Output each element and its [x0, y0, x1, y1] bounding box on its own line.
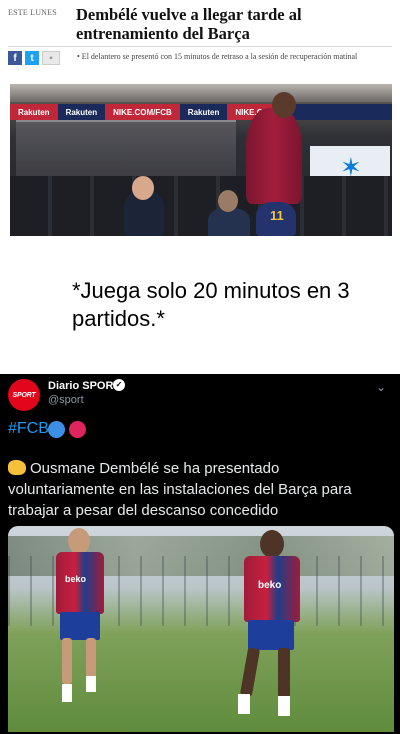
bench-seats — [10, 176, 392, 236]
coach-head — [132, 176, 154, 200]
ad-text: Rakuten — [65, 107, 98, 117]
tweet-body: Ousmane Dembélé se ha presentado volunta… — [8, 458, 388, 521]
player-figure — [246, 108, 302, 204]
news-photo-bench: Rakuten Rakuten NIKE.COM/FCB Rakuten NIK… — [10, 84, 392, 236]
red-circle-emoji-icon — [69, 421, 86, 438]
player-leg — [62, 638, 72, 684]
shirt-sponsor-text: beko — [65, 574, 87, 584]
facebook-share-icon[interactable]: f — [8, 51, 22, 65]
comment-icon[interactable]: ▪ — [42, 51, 60, 65]
player-shorts — [248, 620, 294, 650]
share-buttons: f t ▪ — [8, 51, 60, 65]
ad-text: Rakuten — [10, 104, 58, 120]
tweet-body-text: Ousmane Dembélé se ha presentado volunta… — [8, 460, 352, 519]
ad-board: Rakuten Rakuten NIKE.COM/FCB Rakuten NIK… — [10, 104, 392, 120]
news-headline[interactable]: Dembélé vuelve a llegar tarde al entrena… — [76, 5, 396, 43]
avatar[interactable]: SPORT — [8, 379, 40, 411]
player-leg — [239, 647, 261, 697]
player-head — [68, 528, 90, 554]
news-clipping: ESTE LUNES Dembélé vuelve a llegar tarde… — [0, 0, 400, 242]
meme-caption: *Juega solo 20 minutos en 3 partidos.* — [72, 278, 350, 331]
account-handle[interactable]: @sport — [48, 394, 84, 406]
player-right: beko — [222, 526, 322, 732]
tweet-card: SPORT Diario SPORT ✓ @sport ⌄ #FCB Ousma… — [0, 374, 400, 734]
player-number: 11 — [270, 208, 284, 223]
player-head — [260, 530, 284, 558]
staff-figure — [208, 208, 250, 236]
player-sock — [86, 676, 96, 692]
stadium-stand — [10, 84, 392, 102]
ad-text: NIKE.COM/FCB — [105, 104, 180, 120]
twitter-share-icon[interactable]: t — [25, 51, 39, 65]
avatar-logo-text: SPORT — [12, 391, 36, 399]
player-shorts — [60, 612, 100, 640]
clapping-hands-emoji-icon — [8, 460, 26, 475]
hashtag-link[interactable]: #FCB — [8, 420, 49, 438]
news-lede: • El delantero se presentó con 15 minuto… — [77, 52, 358, 61]
player-sock — [62, 684, 72, 702]
shirt-sponsor-text: beko — [258, 580, 282, 591]
player-leg — [278, 648, 290, 698]
player-left: beko — [38, 526, 128, 732]
verified-badge-icon: ✓ — [113, 379, 125, 391]
divider — [8, 46, 392, 47]
player-head — [272, 92, 296, 118]
player-sock — [238, 694, 250, 714]
player-sock — [278, 696, 290, 716]
staff-head — [218, 190, 238, 212]
account-name[interactable]: Diario SPORT — [48, 380, 120, 392]
ad-text: Rakuten — [187, 107, 220, 117]
more-options-icon[interactable]: ⌄ — [376, 380, 386, 394]
blue-circle-emoji-icon — [48, 421, 65, 438]
player-leg — [86, 638, 96, 678]
tweet-photo-training[interactable]: beko beko — [8, 526, 394, 732]
news-kicker: ESTE LUNES — [8, 8, 57, 17]
